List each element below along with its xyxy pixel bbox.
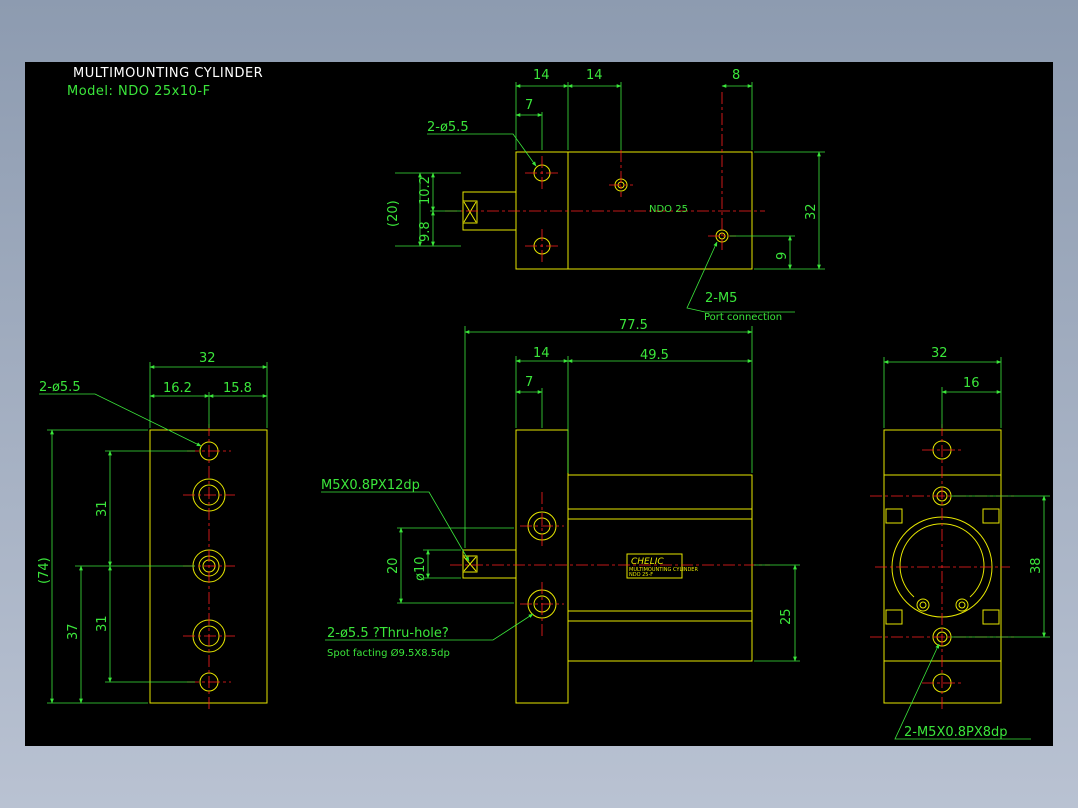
left-dim-37: 37 xyxy=(66,623,81,640)
front-dim-77-5: 77.5 xyxy=(619,318,648,333)
front-dim-20: 20 xyxy=(386,557,401,574)
right-thread-note: 2-M5X0.8PX8dp xyxy=(904,725,1008,740)
right-slot-bl xyxy=(885,609,903,625)
right-view: 32 16 38 2-M5X0.8PX8dp xyxy=(870,346,1050,740)
top-dim-7: 7 xyxy=(525,98,533,113)
right-pin-right xyxy=(955,598,969,612)
top-dim-9-8: 9.8 xyxy=(418,221,433,242)
front-hole-note-1: 2-ø5.5 ?Thru-hole? xyxy=(327,626,449,641)
top-dim-14b: 14 xyxy=(586,68,603,83)
front-dim-49-5: 49.5 xyxy=(640,348,669,363)
left-plate xyxy=(149,429,268,704)
top-body-label: NDO 25 xyxy=(649,204,688,215)
front-hole-note-2: Spot facting Ø9.5X8.5dp xyxy=(327,647,450,659)
top-dim-32: 32 xyxy=(804,203,819,220)
top-dim-8: 8 xyxy=(732,68,740,83)
cad-drawing: NDO 25 14 14 8 7 32 9 (20) 10.2 9.8 2-ø5… xyxy=(37,68,1050,740)
front-thread-note: M5X0.8PX12dp xyxy=(321,478,420,493)
left-hole-note: 2-ø5.5 xyxy=(39,380,81,395)
top-dim-14a: 14 xyxy=(533,68,550,83)
left-dim-15-8: 15.8 xyxy=(223,381,252,396)
top-dim-9: 9 xyxy=(775,252,790,260)
left-dim-31b: 31 xyxy=(95,615,110,632)
top-port-sub: Port connection xyxy=(704,312,782,323)
front-rod xyxy=(462,549,517,579)
left-dim-74: (74) xyxy=(37,557,52,584)
right-flange xyxy=(883,429,1002,704)
front-dim-25: 25 xyxy=(779,608,794,625)
nameplate-line-2: NDO 25-F xyxy=(629,572,653,578)
front-dim-10: ø10 xyxy=(413,557,428,582)
right-pin-left xyxy=(916,598,930,612)
right-dim-32: 32 xyxy=(931,346,948,361)
top-view: NDO 25 14 14 8 7 32 9 (20) 10.2 9.8 2-ø5… xyxy=(386,68,825,323)
top-port-note: 2-M5 xyxy=(705,291,737,306)
right-dim-38: 38 xyxy=(1029,557,1044,574)
brand-label: CHELIC xyxy=(631,557,664,567)
top-dim-10-2: 10.2 xyxy=(418,176,433,205)
left-dim-31a: 31 xyxy=(95,500,110,517)
front-dim-14: 14 xyxy=(533,346,550,361)
top-hole-note: 2-ø5.5 xyxy=(427,120,469,135)
left-dim-32: 32 xyxy=(199,351,216,366)
right-slot-br xyxy=(982,609,1000,625)
front-dim-7: 7 xyxy=(525,375,533,390)
right-slot-tl xyxy=(885,508,903,524)
right-dim-16: 16 xyxy=(963,376,980,391)
drawing-canvas: MULTIMOUNTING CYLINDER Model: NDO 25x10-… xyxy=(25,62,1053,746)
top-dim-20: (20) xyxy=(386,200,401,227)
right-slot-tr xyxy=(982,508,1000,524)
left-dim-16-2: 16.2 xyxy=(163,381,192,396)
left-view: 32 16.2 15.8 (74) 31 31 37 2-ø5.5 xyxy=(37,351,268,710)
front-view: CHELIC MULTIMOUNTING CYLINDER NDO 25-F 7… xyxy=(321,318,800,704)
front-flange xyxy=(515,429,569,704)
